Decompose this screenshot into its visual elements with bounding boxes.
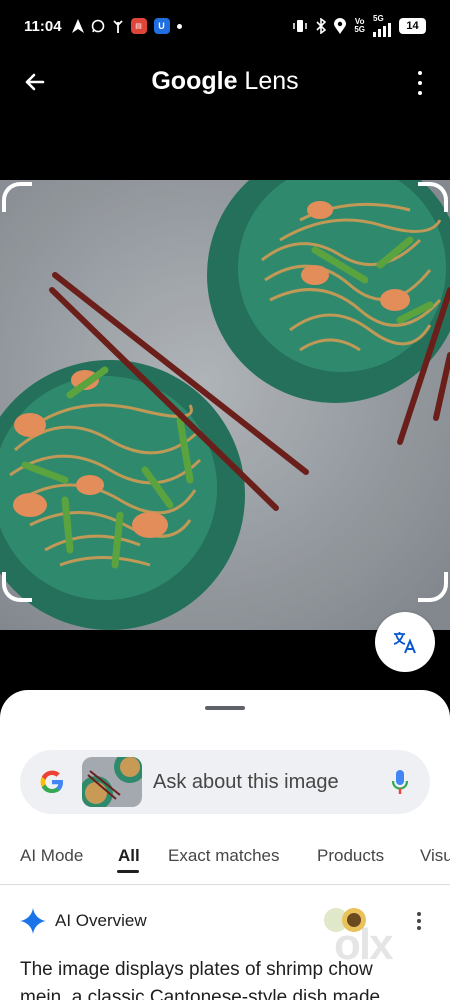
news-app-icon: ▤ <box>130 18 147 34</box>
app-title-product: Lens <box>244 67 299 95</box>
ai-overview-more-button[interactable] <box>416 912 422 930</box>
gemini-sparkle-icon <box>20 908 46 939</box>
noodles-photo <box>0 180 450 630</box>
tab-all[interactable]: All <box>118 846 140 866</box>
volte-bottom-label: 5G <box>354 25 365 34</box>
signal-icon: 5G <box>373 15 391 37</box>
network-type-label: 5G <box>373 14 384 23</box>
status-bar: 11:04 ▤ U Vo 5G 5G 14 <box>0 0 450 52</box>
ai-overview-line-1: The image displays plates of shrimp chow <box>20 959 373 980</box>
image-thumbnail[interactable] <box>82 757 142 807</box>
ai-overview-title: AI Overview <box>55 911 147 930</box>
app-title: Google Lens <box>0 67 450 96</box>
results-sheet: Ask about this image AI Mode All Exact m… <box>0 690 450 1000</box>
app-title-brand: Google <box>151 67 238 95</box>
battery-icon: 14 <box>399 18 426 34</box>
status-time: 11:04 <box>24 17 62 35</box>
google-g-icon <box>38 768 66 801</box>
tab-exact-matches[interactable]: Exact matches <box>168 846 280 866</box>
translate-icon <box>393 632 416 654</box>
search-input[interactable]: Ask about this image <box>153 771 339 794</box>
location-icon <box>334 18 347 34</box>
crop-handle-top-left[interactable] <box>2 182 32 212</box>
vibrate-icon <box>292 19 308 33</box>
search-bar[interactable]: Ask about this image <box>20 750 430 814</box>
tab-products[interactable]: Products <box>317 846 384 866</box>
active-tab-indicator <box>117 870 139 873</box>
volte-icon: Vo 5G <box>354 18 365 34</box>
ai-overview-line-2: mein, a classic Cantonese-style dish mad… <box>20 987 381 1000</box>
navigation-icon <box>71 19 84 33</box>
more-options-button[interactable] <box>412 68 428 98</box>
whatsapp-icon <box>91 19 105 33</box>
hotspot-icon <box>112 19 124 33</box>
mic-icon[interactable] <box>390 768 410 801</box>
sheet-drag-handle[interactable] <box>205 706 245 710</box>
tab-visual-matches[interactable]: Visu <box>420 846 450 866</box>
ai-overview-text: The image displays plates of shrimp chow… <box>20 956 450 1000</box>
app-bar: Google Lens <box>0 55 450 109</box>
shield-app-icon: U <box>153 18 170 34</box>
bluetooth-icon <box>316 18 327 34</box>
dot-icon <box>176 23 182 29</box>
translate-button[interactable] <box>375 612 435 672</box>
searched-image[interactable] <box>0 180 450 630</box>
tab-ai-mode[interactable]: AI Mode <box>20 846 83 866</box>
result-tabs: AI Mode All Exact matches Products Visu <box>0 838 450 874</box>
tabs-divider <box>0 884 450 885</box>
